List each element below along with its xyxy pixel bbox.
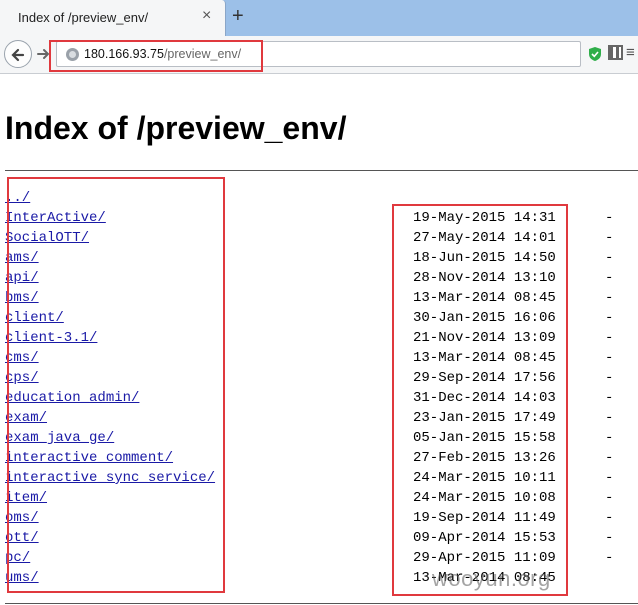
file-size: - xyxy=(605,310,614,326)
browser-tab[interactable]: Index of /preview_env/ × xyxy=(0,0,226,36)
file-size: - xyxy=(605,210,614,226)
top-divider xyxy=(5,170,638,171)
back-button[interactable] xyxy=(4,40,32,68)
tab-strip: Index of /preview_env/ × + xyxy=(0,0,638,36)
file-size: - xyxy=(605,230,614,246)
new-tab-icon[interactable]: + xyxy=(232,6,244,26)
file-size: - xyxy=(605,250,614,266)
file-size: - xyxy=(605,270,614,286)
file-size: - xyxy=(605,390,614,406)
file-size: - xyxy=(605,510,614,526)
file-size: - xyxy=(605,330,614,346)
names-annotation-box xyxy=(7,177,225,593)
file-size: - xyxy=(605,410,614,426)
file-size: - xyxy=(605,430,614,446)
dates-annotation-box xyxy=(392,204,568,596)
url-annotation-box xyxy=(49,40,263,72)
file-size: - xyxy=(605,490,614,506)
qr-code-icon[interactable] xyxy=(608,45,623,60)
arrow-left-icon xyxy=(11,48,25,62)
file-size: - xyxy=(605,450,614,466)
close-tab-icon[interactable]: × xyxy=(202,8,211,24)
file-size: - xyxy=(605,350,614,366)
file-size: - xyxy=(605,290,614,306)
bottom-divider xyxy=(5,603,638,604)
watermark: wooyun.org xyxy=(432,566,551,591)
page-title: Index of /preview_env/ xyxy=(5,110,347,146)
file-size: - xyxy=(605,550,614,566)
file-size: - xyxy=(605,370,614,386)
tab-title: Index of /preview_env/ xyxy=(18,10,149,25)
shield-icon[interactable] xyxy=(588,46,602,62)
menu-icon[interactable]: ≡ xyxy=(626,45,635,60)
file-size: - xyxy=(605,470,614,486)
file-size: - xyxy=(605,530,614,546)
